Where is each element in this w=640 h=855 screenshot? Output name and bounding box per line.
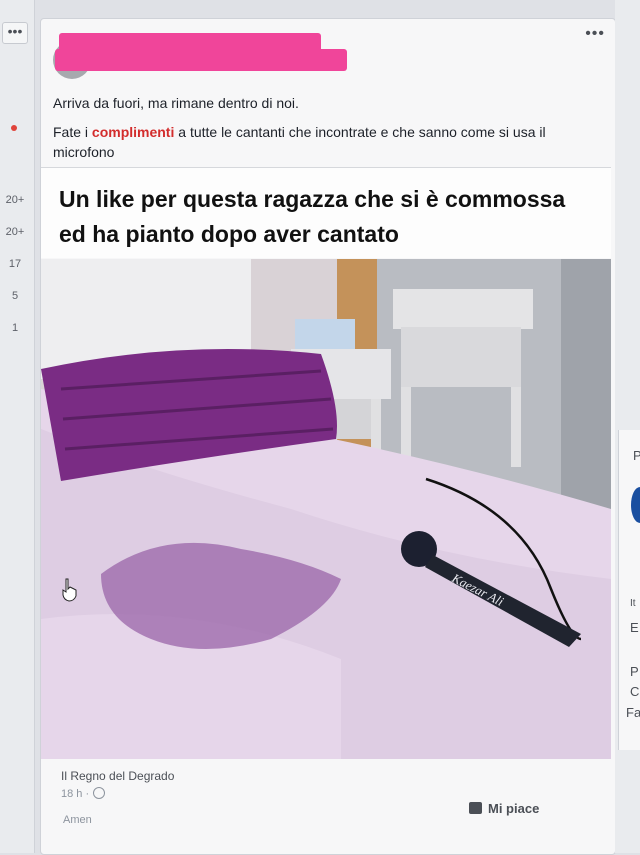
like-label: Mi piace [488, 801, 540, 816]
highlighted-word: complimenti [91, 124, 175, 140]
right-letter: It [630, 598, 636, 609]
meme-caption-text: Un like per questa ragazza che si è comm… [59, 182, 579, 252]
redaction-bar [55, 49, 347, 71]
like-button[interactable]: Mi piace [469, 801, 539, 816]
post-text-line: Arriva da fuori, ma rimane dentro di noi… [53, 95, 299, 111]
caption-line: ed ha pianto dopo aver cantato [59, 221, 399, 247]
caption-line: Un like per questa ragazza che si è comm… [59, 186, 566, 212]
globe-icon [93, 787, 106, 799]
right-letter: C [630, 684, 640, 699]
comment-preview: Amen [63, 814, 92, 826]
post-photo[interactable]: Kaezar Ali [41, 259, 611, 759]
page-name-link[interactable]: Il Regno del Degrado [61, 769, 174, 783]
post-text-line: Fate i complimenti a tutte le cantanti c… [53, 122, 593, 162]
time-text: 18 h · [61, 788, 90, 800]
more-options-icon[interactable]: ••• [2, 22, 28, 44]
hand-cursor-icon [62, 578, 77, 602]
right-letter: Fa [626, 705, 640, 720]
post-text-fragment: Fate i [53, 124, 92, 140]
right-letter: P [630, 664, 639, 679]
sidebar-count[interactable]: 5 [0, 290, 30, 302]
notification-dot [11, 125, 17, 131]
right-letter: E [630, 620, 639, 635]
post-timestamp[interactable]: 18 h · [61, 787, 106, 800]
sidebar-count[interactable]: 17 [0, 258, 30, 270]
meme-caption: Un like per questa ragazza che si è comm… [41, 167, 611, 374]
right-letter: P [633, 448, 640, 463]
sidebar-count[interactable]: 1 [0, 322, 30, 334]
right-panel [618, 430, 640, 750]
post-menu-icon[interactable]: ••• [585, 25, 605, 43]
post-card: ••• Arriva da fuori, ma rimane dentro di… [40, 18, 616, 855]
left-sidebar: ••• 20+ 20+ 17 5 1 [0, 0, 35, 853]
sidebar-count[interactable]: 20+ [0, 226, 30, 238]
thumbs-up-icon [469, 802, 482, 814]
sidebar-count[interactable]: 20+ [0, 194, 30, 206]
bedroom-photo: Kaezar Ali [41, 259, 611, 759]
